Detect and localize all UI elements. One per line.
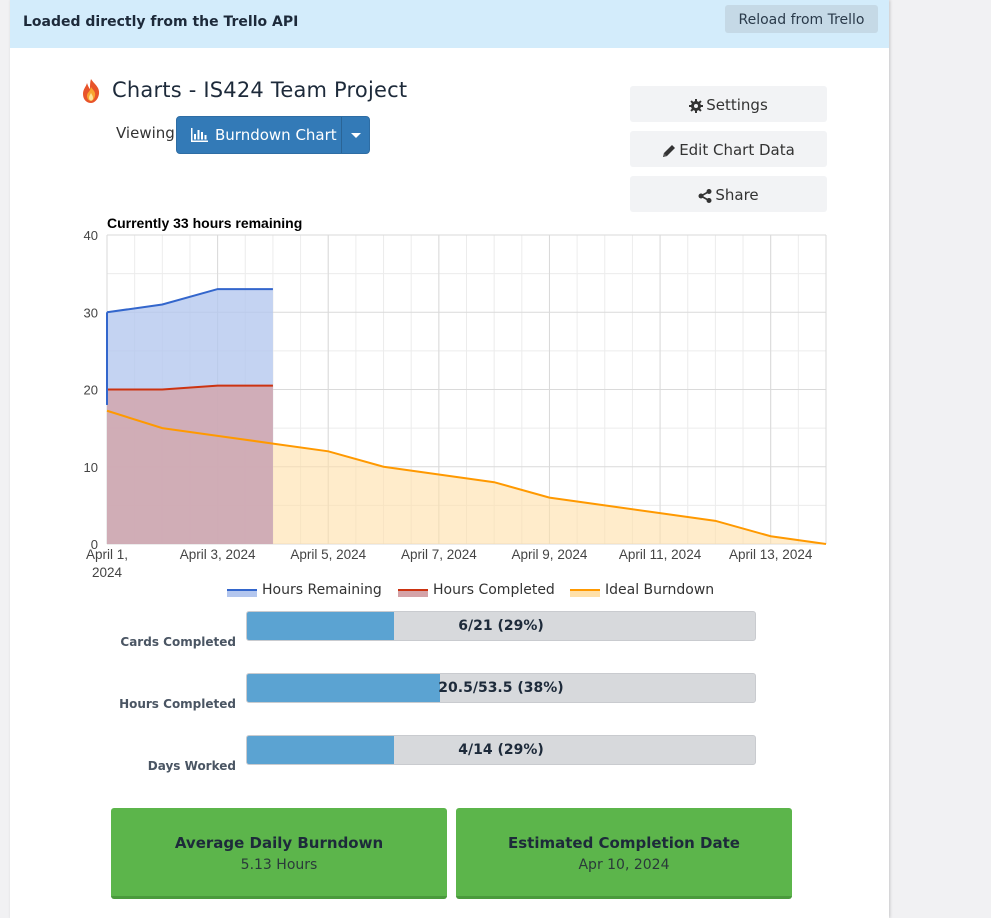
legend-swatch-ideal-burndown[interactable] [570, 589, 600, 597]
stat-label: Hours Completed [119, 697, 236, 711]
estimated-completion-card: Estimated Completion Date Apr 10, 2024 [456, 808, 792, 899]
main-panel: Loaded directly from the Trello API Relo… [10, 0, 889, 918]
x-tick-label: April 3, 2024 [180, 547, 256, 562]
legend-label-ideal-burndown[interactable]: Ideal Burndown [605, 582, 714, 598]
stat-label: Days Worked [147, 759, 236, 773]
progress-text: 6/21 (29%) [458, 618, 544, 634]
avg-burndown-title: Average Daily Burndown [174, 834, 384, 852]
y-tick-label: 20 [84, 383, 98, 398]
x-tick-label: 2024 [92, 565, 123, 580]
legend-swatch-hours-completed[interactable] [398, 589, 428, 597]
x-tick-label: April 1, [86, 547, 128, 562]
progress-text: 4/14 (29%) [458, 742, 544, 758]
legend-label-hours-completed[interactable]: Hours Completed [433, 582, 555, 598]
avg-burndown-value: 5.13 Hours [240, 857, 318, 873]
series-area-hours-completed [107, 385, 273, 544]
legend-swatch-hours-remaining[interactable] [227, 589, 257, 597]
chart-title: Currently 33 hours remaining [107, 215, 302, 231]
average-daily-burndown-card: Average Daily Burndown 5.13 Hours [111, 808, 447, 899]
stat-label: Cards Completed [120, 635, 236, 649]
est-completion-value: Apr 10, 2024 [578, 857, 670, 873]
x-tick-label: April 9, 2024 [512, 547, 588, 562]
progress-bar: 20.5/53.5 (38%) [246, 673, 756, 703]
est-completion-title: Estimated Completion Date [508, 834, 740, 852]
y-tick-label: 30 [84, 305, 98, 320]
progress-bar: 6/21 (29%) [246, 611, 756, 641]
legend-label-hours-remaining[interactable]: Hours Remaining [262, 582, 382, 598]
burndown-chart: Currently 33 hours remaining010203040Apr… [84, 215, 827, 580]
y-tick-label: 40 [84, 228, 98, 243]
x-tick-label: April 7, 2024 [401, 547, 477, 562]
y-tick-label: 10 [84, 460, 98, 475]
progress-text: 20.5/53.5 (38%) [438, 680, 564, 696]
x-tick-label: April 5, 2024 [290, 547, 366, 562]
progress-bar: 4/14 (29%) [246, 735, 756, 765]
x-tick-label: April 11, 2024 [619, 547, 702, 562]
x-tick-label: April 13, 2024 [729, 547, 813, 562]
